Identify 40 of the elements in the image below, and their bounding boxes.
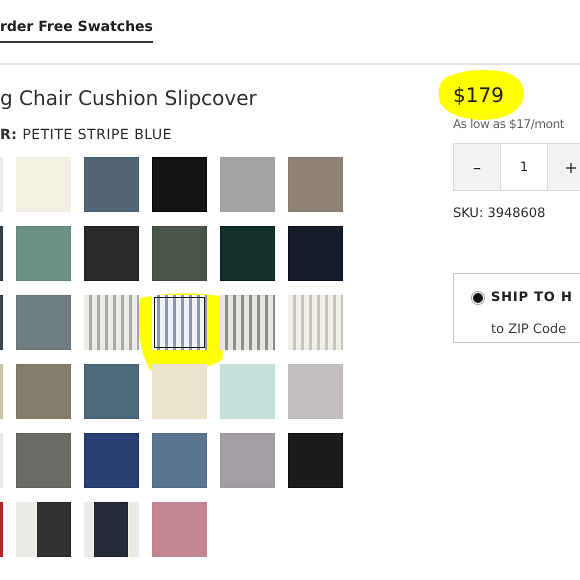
fabric-swatch[interactable] — [16, 433, 71, 488]
fabric-swatch[interactable] — [84, 364, 139, 419]
fabric-swatch[interactable] — [16, 295, 71, 350]
fabric-swatch[interactable] — [16, 226, 71, 281]
fabric-swatch[interactable] — [152, 226, 207, 281]
price: $179 — [453, 83, 505, 107]
fabric-swatch[interactable] — [288, 157, 343, 212]
fabric-swatch[interactable] — [288, 226, 343, 281]
fabric-swatch[interactable] — [220, 226, 275, 281]
tab[interactable]: rder Free Swatches — [0, 19, 153, 43]
fabric-swatch[interactable] — [16, 502, 71, 557]
fabric-swatch[interactable] — [152, 433, 207, 488]
fabric-swatch[interactable] — [16, 157, 71, 212]
financing-text: As low as $17/mont — [453, 117, 566, 131]
fabric-swatch[interactable] — [220, 433, 275, 488]
fabric-swatch[interactable] — [220, 157, 275, 212]
fabric-swatch[interactable] — [84, 502, 139, 557]
fabric-swatch[interactable] — [16, 364, 71, 419]
fabric-swatch[interactable] — [288, 364, 343, 419]
fabric-swatch[interactable] — [152, 502, 207, 557]
color-label: R: PETITE STRIPE BLUE — [0, 127, 173, 143]
fabric-swatch[interactable] — [288, 295, 343, 350]
fabric-swatch[interactable] — [84, 226, 139, 281]
fabric-swatch[interactable] — [220, 364, 275, 419]
fabric-swatch[interactable] — [288, 433, 343, 488]
sku-text: SKU: 3948608 — [453, 206, 546, 221]
shipping-subtitle: to ZIP Code — [491, 322, 568, 337]
fabric-swatch[interactable] — [220, 295, 275, 350]
increase-button[interactable]: + — [548, 144, 580, 190]
fabric-swatch[interactable] — [84, 433, 139, 488]
fabric-swatch[interactable] — [84, 157, 139, 212]
shipping-option-card[interactable]: SHIP TO H to ZIP Code — [453, 273, 580, 343]
product-title: g Chair Cushion Slipcover — [0, 86, 258, 110]
fabric-swatch[interactable] — [84, 295, 139, 350]
decrease-button[interactable]: – — [454, 144, 500, 190]
radio-button[interactable] — [471, 290, 485, 305]
fabric-swatch[interactable] — [152, 364, 207, 419]
shipping-title: SHIP TO H — [491, 290, 574, 306]
fabric-swatch[interactable] — [152, 295, 207, 350]
fabric-swatch[interactable] — [152, 157, 207, 212]
